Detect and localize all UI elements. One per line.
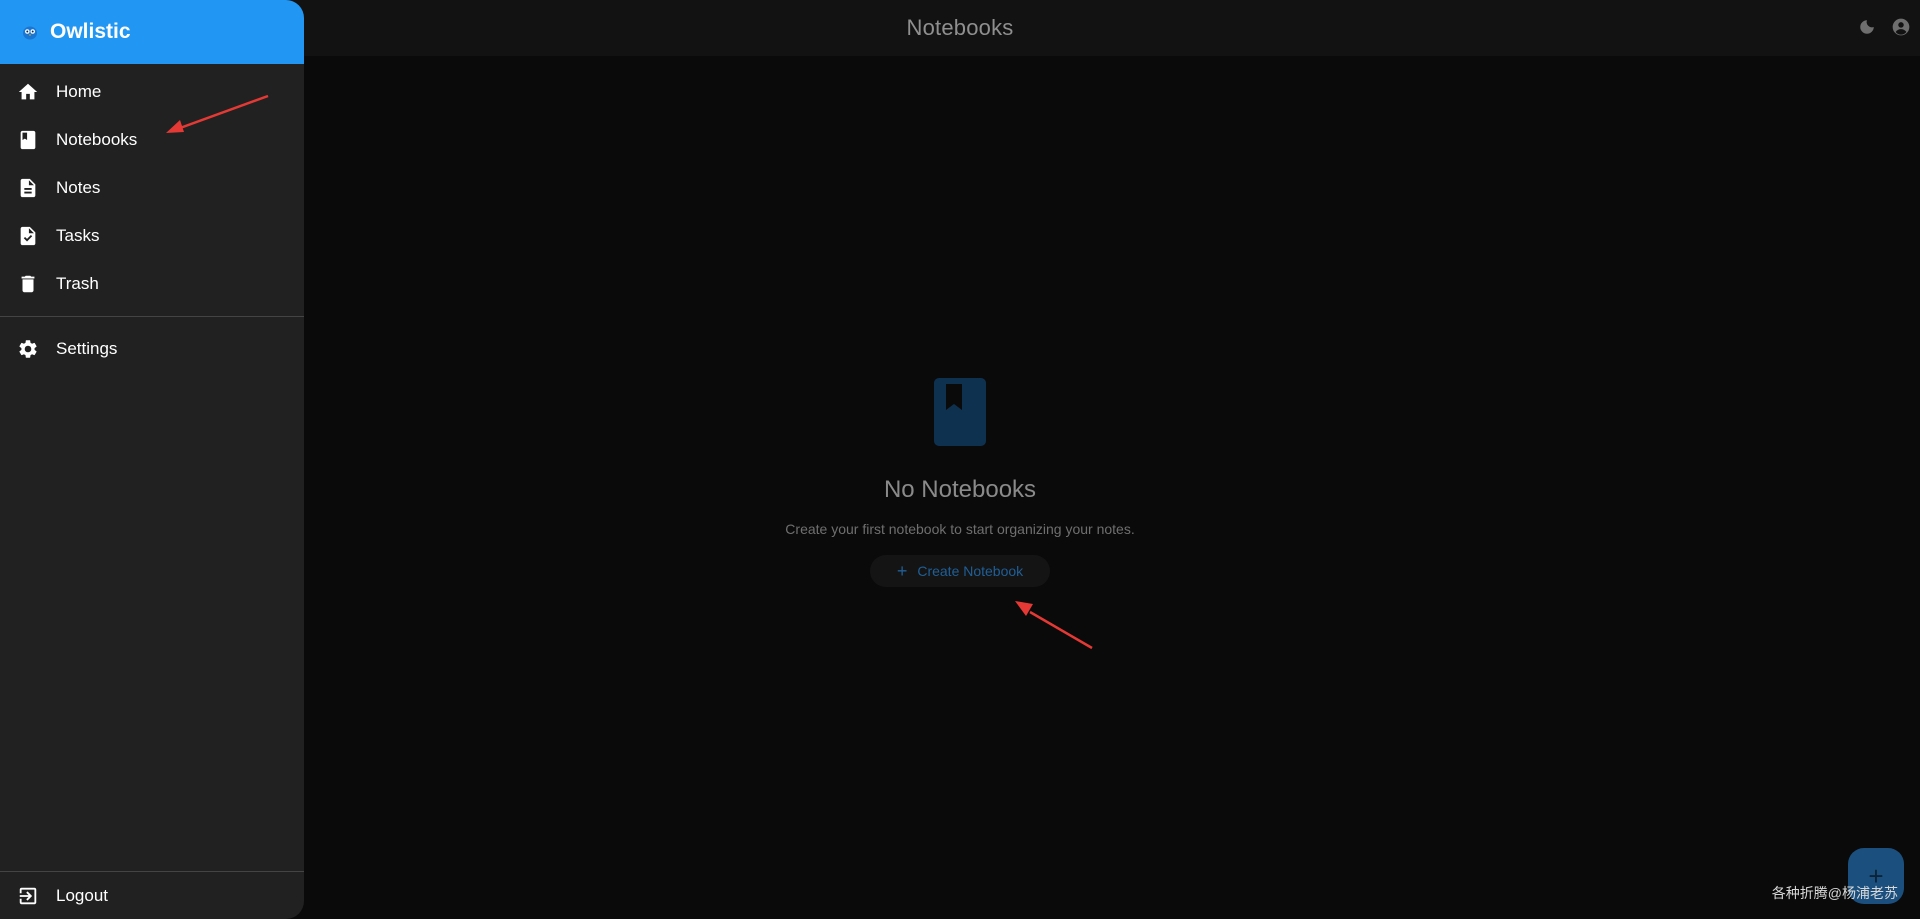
note-icon xyxy=(17,177,39,199)
create-notebook-label: Create Notebook xyxy=(917,563,1024,579)
sidebar-item-label: Settings xyxy=(56,339,118,358)
sidebar-item-label: Tasks xyxy=(56,226,100,245)
watermark-text: 各种折腾@杨浦老苏 xyxy=(1771,885,1898,901)
plus-icon: + xyxy=(896,561,908,581)
create-notebook-button[interactable]: + Create Notebook xyxy=(870,555,1050,587)
sidebar-item-settings[interactable]: Settings xyxy=(0,325,304,373)
sidebar-item-home[interactable]: Home xyxy=(0,68,304,116)
notebook-icon xyxy=(17,129,39,151)
sidebar-nav: Home Notebooks Notes Tasks Trash Setting… xyxy=(0,64,304,373)
sidebar-divider xyxy=(0,316,304,317)
app-root: Notebooks No Notebooks Create your first… xyxy=(0,0,1920,919)
home-icon xyxy=(17,81,39,103)
theme-toggle-icon[interactable] xyxy=(1856,16,1878,38)
notebook-icon xyxy=(934,378,986,446)
task-icon xyxy=(17,225,39,247)
gear-icon xyxy=(17,338,39,360)
sidebar-item-label: Notebooks xyxy=(56,130,138,149)
topbar-actions xyxy=(1856,16,1912,38)
logout-section: Logout xyxy=(0,871,304,919)
logout-icon xyxy=(17,885,39,907)
navigation-drawer: Owlistic Home Notebooks Notes Tasks Tras… xyxy=(0,0,304,919)
account-icon[interactable] xyxy=(1890,16,1912,38)
sidebar-item-logout[interactable]: Logout xyxy=(0,872,304,919)
sidebar-item-label: Logout xyxy=(56,886,108,905)
sidebar-item-trash[interactable]: Trash xyxy=(0,260,304,308)
sidebar-item-label: Notes xyxy=(56,178,101,197)
empty-state: No Notebooks Create your first notebook … xyxy=(700,378,1220,587)
sidebar-item-notes[interactable]: Notes xyxy=(0,164,304,212)
sidebar-item-label: Trash xyxy=(56,274,99,293)
brand-name: Owlistic xyxy=(50,20,131,43)
sidebar-item-label: Home xyxy=(56,82,102,101)
empty-state-title: No Notebooks xyxy=(883,476,1037,503)
trash-icon xyxy=(17,273,39,295)
sidebar-item-tasks[interactable]: Tasks xyxy=(0,212,304,260)
sidebar-item-notebooks[interactable]: Notebooks xyxy=(0,116,304,164)
owl-logo-icon xyxy=(23,26,37,40)
arrow-to-create-button xyxy=(1015,601,1093,650)
drawer-header: Owlistic xyxy=(0,0,304,64)
empty-state-subtitle: Create your first notebook to start orga… xyxy=(785,521,1135,537)
